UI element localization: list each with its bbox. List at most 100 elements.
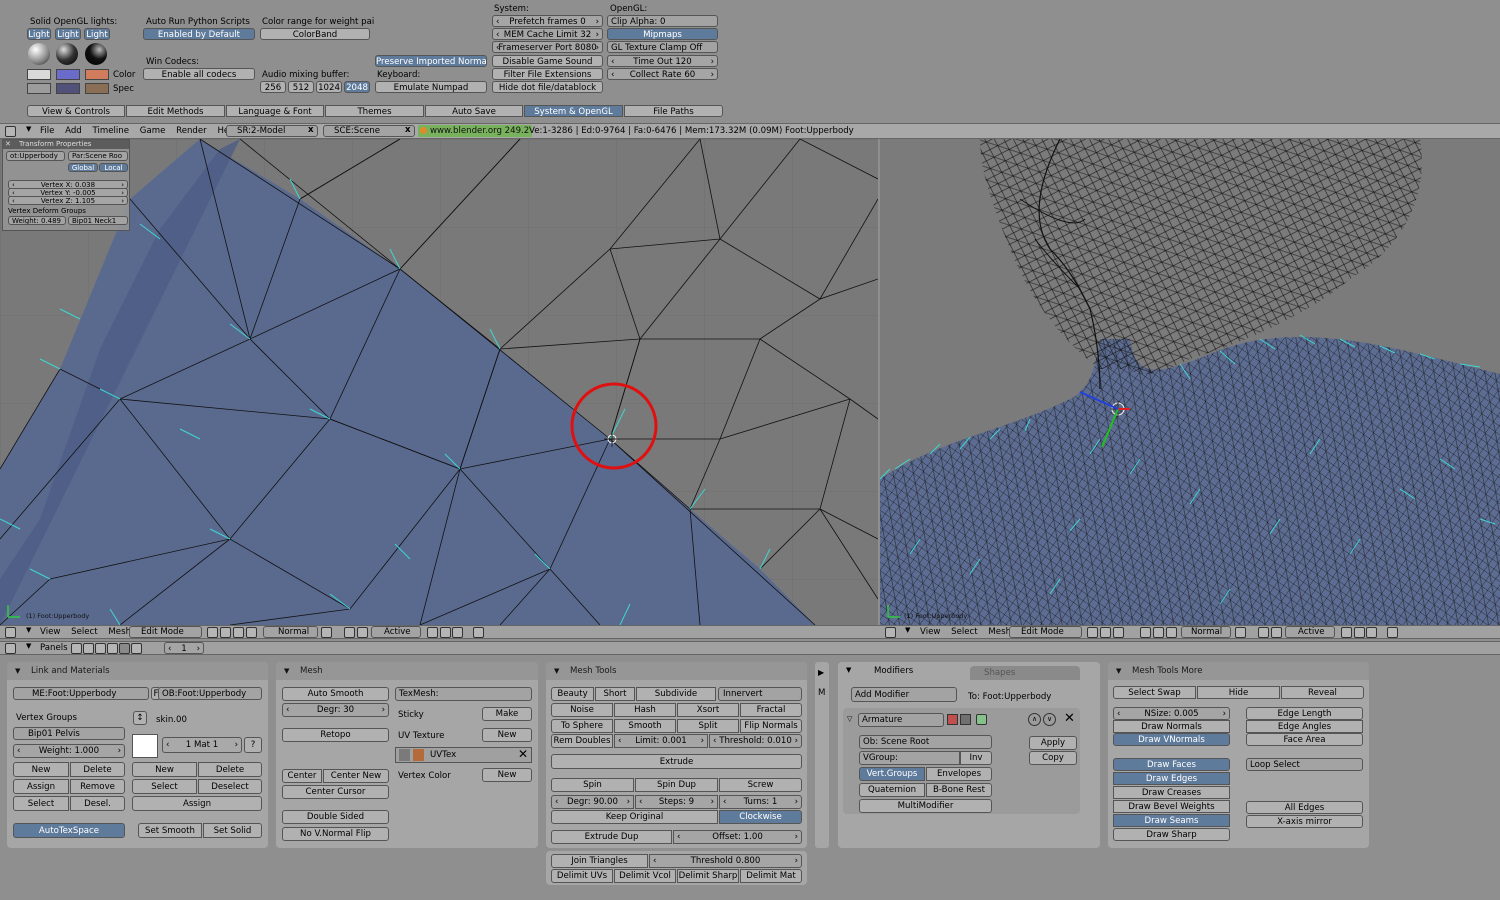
tab-shapes[interactable]: Shapes (970, 666, 1080, 680)
menu-file[interactable]: File (40, 126, 54, 136)
light-sphere-1[interactable] (28, 43, 50, 65)
uv-texture-new-button[interactable]: New (482, 728, 532, 742)
edge-angles-button[interactable]: Edge Angles (1246, 720, 1363, 733)
side-tab-arrow-icon[interactable]: ▶ (818, 668, 824, 677)
menu-add[interactable]: Add (65, 126, 82, 136)
limit-field[interactable]: Limit: 0.001 (614, 734, 708, 748)
light-button-3[interactable]: Light (84, 28, 110, 40)
xaxis-mirror-button[interactable]: X-axis mirror (1246, 815, 1363, 828)
close-panel-icon[interactable]: ✕ (5, 140, 11, 148)
mesh-tools-more-title[interactable]: Mesh Tools More (1108, 662, 1369, 680)
vgroup-browse-button[interactable]: ↕ (133, 711, 147, 725)
menu-render[interactable]: Render (176, 126, 207, 136)
draw-normals-button[interactable]: Draw Normals (1113, 720, 1230, 733)
uvtex-active-icon[interactable] (399, 749, 410, 761)
vgroup-weight-field[interactable]: Weight: 1.000 (13, 744, 125, 758)
vertex-group-field[interactable]: Bip01 Pelvis (13, 727, 125, 740)
center-button[interactable]: Center (282, 769, 322, 783)
editing-context-icon[interactable] (119, 643, 130, 654)
subdivide-button[interactable]: Subdivide (636, 687, 716, 701)
menu-game[interactable]: Game (140, 126, 166, 136)
audio-2048-button[interactable]: 2048 (344, 81, 370, 93)
modifiers-collapse-icon[interactable]: ▼ (846, 666, 851, 674)
mipmaps-button[interactable]: Mipmaps (607, 28, 718, 40)
screw-button[interactable]: Screw (719, 778, 802, 792)
sticky-make-button[interactable]: Make (482, 707, 532, 721)
vgroup-remove-button[interactable]: Remove (70, 779, 125, 794)
color-swatch-2[interactable] (56, 69, 80, 80)
left-select-mode-icon[interactable] (321, 627, 332, 638)
auto-smooth-button[interactable]: Auto Smooth (282, 687, 389, 701)
right-pivot-icon[interactable] (1100, 627, 1111, 638)
material-new-button[interactable]: New (132, 762, 197, 777)
all-edges-button[interactable]: All Edges (1246, 801, 1363, 814)
deform-bone-field[interactable]: Bip01 Neck1 (68, 216, 128, 225)
material-select-button[interactable]: Select (132, 779, 197, 794)
left-pivot-icon[interactable] (220, 627, 231, 638)
material-help-button[interactable]: ? (244, 737, 262, 753)
draw-vnormals-button[interactable]: Draw VNormals (1113, 733, 1230, 746)
hash-button[interactable]: Hash (614, 703, 676, 717)
preserve-normal-button[interactable]: Preserve Imported Normal (375, 55, 487, 67)
texmesh-field[interactable]: TexMesh: (395, 687, 532, 701)
audio-256-button[interactable]: 256 (260, 81, 286, 93)
right-menu-view[interactable]: View (920, 627, 940, 637)
auto-texspace-button[interactable]: AutoTexSpace (13, 823, 125, 838)
vertex-z-field[interactable]: Vertex Z: 1.105 (8, 196, 128, 205)
inv-button[interactable]: Inv (960, 751, 992, 765)
set-solid-button[interactable]: Set Solid (203, 823, 262, 838)
extrude-button[interactable]: Extrude (551, 754, 802, 769)
left-mode-dropdown[interactable]: Edit Mode (129, 626, 202, 638)
vert-groups-button[interactable]: Vert.Groups (859, 767, 925, 781)
logic-context-icon[interactable] (71, 643, 82, 654)
clockwise-button[interactable]: Clockwise (719, 810, 802, 824)
uvtex-delete-icon[interactable]: ✕ (518, 747, 528, 761)
right-shading-icon[interactable] (1087, 627, 1098, 638)
right-render-icon[interactable] (1387, 627, 1398, 638)
uvtex-name[interactable]: UVTex (430, 749, 456, 761)
modifier-realtime-icon[interactable] (960, 714, 971, 725)
global-button[interactable]: Global (68, 163, 98, 172)
move-up-icon[interactable]: ∧ (1028, 713, 1041, 726)
timeout-field[interactable]: Time Out 120 (607, 55, 718, 67)
right-orientation-dropdown[interactable]: Normal (1181, 626, 1231, 638)
spin-dup-button[interactable]: Spin Dup (635, 778, 718, 792)
material-color-swatch[interactable] (132, 734, 158, 758)
innervert-dropdown[interactable]: Innervert (718, 687, 802, 701)
split-button[interactable]: Split (677, 719, 739, 733)
viewport-right[interactable]: (1) Foot:Upperbody (880, 139, 1500, 625)
scene-context-icon[interactable] (131, 643, 142, 654)
spin-steps-field[interactable]: Steps: 9 (635, 795, 718, 809)
mesh-tools-title[interactable]: Mesh Tools (546, 662, 807, 680)
no-vnormal-flip-button[interactable]: No V.Normal Flip (282, 827, 389, 841)
apply-button[interactable]: Apply (1029, 736, 1077, 750)
right-editor-type-icon[interactable] (885, 627, 896, 638)
hide-button[interactable]: Hide (1197, 686, 1280, 699)
link-materials-title[interactable]: Link and Materials (7, 662, 268, 680)
right-menu-select[interactable]: Select (951, 627, 978, 637)
extrude-offset-field[interactable]: Offset: 1.00 (673, 830, 802, 844)
memcache-field[interactable]: MEM Cache Limit 32 (492, 28, 603, 40)
vgroup-new-button[interactable]: New (13, 762, 69, 777)
clip-alpha-slider[interactable]: Clip Alpha: 0 (607, 15, 718, 27)
light-sphere-3[interactable] (85, 43, 107, 65)
colorband-button[interactable]: ColorBand (260, 28, 370, 40)
material-delete-button[interactable]: Delete (198, 762, 262, 777)
screw-turns-field[interactable]: Turns: 1 (719, 795, 802, 809)
double-sided-button[interactable]: Double Sided (282, 810, 389, 824)
rem-doubles-button[interactable]: Rem Doubles (551, 734, 613, 748)
draw-creases-button[interactable]: Draw Creases (1113, 786, 1230, 799)
reveal-button[interactable]: Reveal (1281, 686, 1364, 699)
buttons-collapse-icon[interactable]: ▼ (26, 642, 31, 650)
copy-button[interactable]: Copy (1029, 751, 1077, 765)
object-name-field[interactable]: ot:Upperbody (6, 151, 65, 161)
right-face-select-icon[interactable] (1366, 627, 1377, 638)
left-menu-select[interactable]: Select (71, 627, 98, 637)
enable-codecs-button[interactable]: Enable all codecs (143, 68, 255, 80)
tab-modifiers[interactable]: Modifiers (838, 662, 970, 680)
left-vertex-select-icon[interactable] (427, 627, 438, 638)
noise-button[interactable]: Noise (551, 703, 613, 717)
right-collapse-icon[interactable]: ▼ (905, 626, 910, 634)
tab-auto-save[interactable]: Auto Save (425, 105, 523, 117)
vgroup-assign-button[interactable]: Assign (13, 779, 69, 794)
